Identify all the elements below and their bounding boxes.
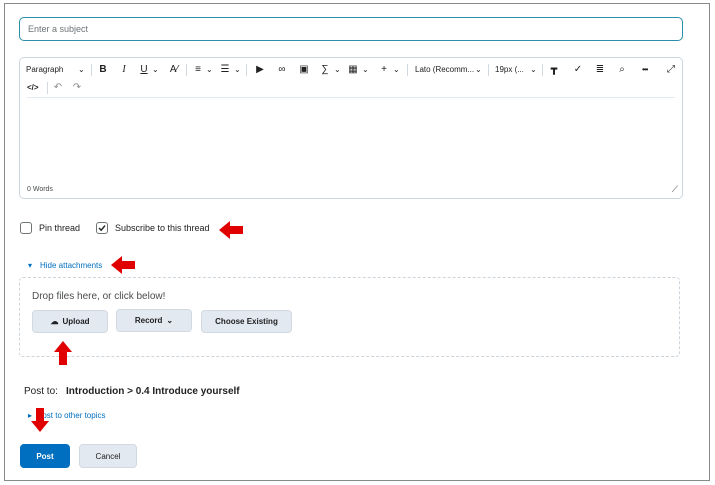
equation-icon[interactable]: ∑	[319, 64, 331, 76]
chevron-down-icon[interactable]: ⌄	[362, 64, 369, 76]
check-icon	[98, 225, 106, 232]
preview-icon[interactable]: ⌕	[616, 64, 628, 76]
image-icon[interactable]: ▣	[298, 64, 310, 76]
font-family-select[interactable]: Lato (Recomm...	[415, 64, 474, 76]
fullscreen-icon[interactable]: ⤢	[665, 64, 677, 76]
redo-icon[interactable]: ↷	[71, 82, 83, 94]
record-button[interactable]: Record ⌄	[116, 309, 192, 332]
chevron-down-icon[interactable]: ⌄	[475, 64, 482, 76]
toolbar-divider	[186, 64, 187, 76]
chevron-down-icon[interactable]: ⌄	[393, 64, 400, 76]
more-options-icon[interactable]: •••	[642, 64, 648, 76]
subject-input[interactable]	[19, 17, 683, 41]
list-icon[interactable]: ☰	[219, 64, 231, 76]
resize-handle-icon[interactable]: ⟋	[672, 184, 678, 195]
table-icon[interactable]: ▦	[347, 64, 359, 76]
toolbar-divider	[91, 64, 92, 76]
cloud-upload-icon: ☁	[50, 317, 59, 326]
horizontal-rule-icon[interactable]: ≣	[594, 64, 606, 76]
pin-thread-checkbox[interactable]	[20, 222, 32, 234]
source-code-icon[interactable]: </>	[27, 82, 39, 94]
link-icon[interactable]: ∞	[276, 64, 288, 76]
media-icon[interactable]: ▶	[254, 64, 266, 76]
font-size-select[interactable]: 19px (...	[495, 64, 524, 76]
post-label: Post	[36, 451, 54, 461]
choose-existing-button[interactable]: Choose Existing	[201, 310, 292, 333]
chevron-down-icon[interactable]: ⌄	[334, 64, 341, 76]
chevron-down-icon[interactable]: ⌄	[152, 64, 159, 76]
word-count: 0 Words	[27, 186, 53, 193]
rich-text-editor[interactable]: Paragraph ⌄ B I U ⌄ A⁄ ≡ ⌄ ☰ ⌄ ▶ ∞ ▣ ∑ ⌄…	[19, 57, 683, 199]
annotation-arrow-up-icon	[54, 341, 72, 365]
subscribe-checkbox[interactable]	[96, 222, 108, 234]
attachment-dropzone[interactable]: Drop files here, or click below! ☁ Uploa…	[19, 277, 680, 357]
toolbar-divider	[542, 64, 543, 76]
choose-existing-label: Choose Existing	[215, 317, 278, 326]
chevron-down-icon[interactable]: ⌄	[530, 64, 537, 76]
toolbar-divider	[488, 64, 489, 76]
post-to-path: Introduction > 0.4 Introduce yourself	[66, 386, 240, 397]
caret-down-icon[interactable]: ▾	[28, 260, 32, 271]
pin-thread-label: Pin thread	[39, 223, 81, 233]
chevron-down-icon[interactable]: ⌄	[78, 64, 85, 76]
insert-plus-icon[interactable]: +	[378, 64, 390, 76]
dropzone-text: Drop files here, or click below!	[32, 291, 166, 302]
cancel-button[interactable]: Cancel	[79, 444, 137, 468]
chevron-down-icon[interactable]: ⌄	[206, 64, 213, 76]
editor-divider	[27, 97, 675, 98]
underline-button[interactable]: U	[139, 64, 149, 76]
toolbar-divider	[47, 82, 48, 94]
align-icon[interactable]: ≡	[192, 64, 204, 76]
text-style-icon[interactable]: A⁄	[168, 64, 180, 76]
subscribe-label: Subscribe to this thread	[115, 223, 210, 233]
post-button[interactable]: Post	[20, 444, 70, 468]
annotation-arrow-left-icon	[219, 221, 243, 239]
upload-button[interactable]: ☁ Upload	[32, 310, 108, 333]
undo-icon[interactable]: ↶	[52, 82, 64, 94]
format-painter-icon[interactable]: ┳	[548, 64, 560, 76]
chevron-down-icon: ⌄	[166, 316, 174, 325]
chevron-down-icon[interactable]: ⌄	[234, 64, 241, 76]
cancel-label: Cancel	[95, 451, 121, 461]
toolbar-divider	[246, 64, 247, 76]
italic-button[interactable]: I	[119, 64, 129, 76]
annotation-arrow-down-icon	[31, 408, 49, 432]
spellcheck-icon[interactable]: ✓	[572, 64, 584, 76]
record-label: Record	[134, 316, 163, 325]
paragraph-format-select[interactable]: Paragraph	[26, 64, 63, 76]
post-to-label: Post to:	[24, 386, 58, 397]
bold-button[interactable]: B	[98, 64, 108, 76]
toolbar-divider	[407, 64, 408, 76]
upload-label: Upload	[62, 317, 90, 326]
hide-attachments-link[interactable]: Hide attachments	[40, 260, 102, 271]
annotation-arrow-left-icon	[111, 256, 135, 274]
